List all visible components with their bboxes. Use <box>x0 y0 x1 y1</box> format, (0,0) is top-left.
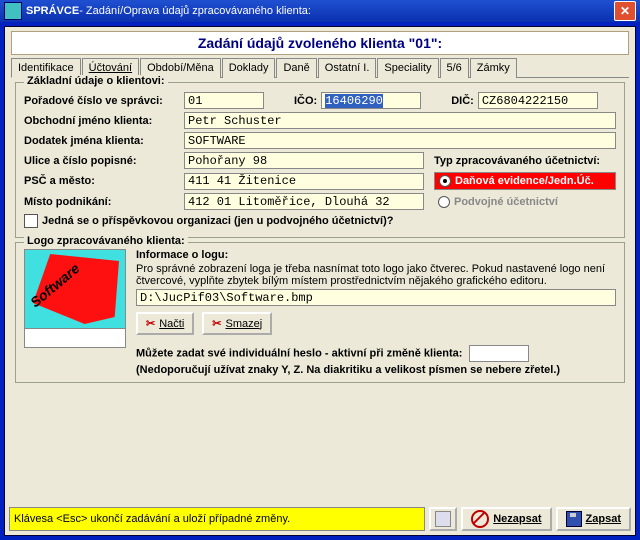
label-typ: Typ zpracovávaného účetnictví: <box>434 155 600 167</box>
input-psc[interactable] <box>184 173 424 190</box>
tab-dane[interactable]: Daně <box>276 58 316 78</box>
status-text: Klávesa <Esc> ukončí zadávání a uloží př… <box>9 507 425 531</box>
fieldset-logo-legend: Logo zpracovávaného klienta: <box>24 235 188 247</box>
tab-ostatni[interactable]: Ostatní I. <box>318 58 377 78</box>
password-note: (Nedoporučují užívat znaky Y, Z. Na diak… <box>136 364 616 376</box>
label-obchjm: Obchodní jméno klienta: <box>24 115 184 127</box>
radio-dot-icon <box>438 196 450 208</box>
fieldset-basic-legend: Základní údaje o klientovi: <box>24 75 168 87</box>
radio-danova[interactable]: Daňová evidence/Jedn.Úč. <box>434 172 616 190</box>
logo-info-title: Informace o logu: <box>136 249 616 261</box>
input-dodatek[interactable] <box>184 132 616 149</box>
label-password: Můžete zadat své individuální heslo - ak… <box>136 348 462 360</box>
label-dic: DIČ: <box>451 95 474 107</box>
input-poradove[interactable] <box>184 92 264 109</box>
close-button[interactable]: ✕ <box>614 1 636 21</box>
tab-doklady[interactable]: Doklady <box>222 58 276 78</box>
label-ico: IČO: <box>294 95 317 107</box>
window-icon <box>435 511 451 527</box>
label-poradove: Pořadové číslo ve správci: <box>24 95 184 107</box>
cancel-icon <box>471 510 489 528</box>
input-ico[interactable]: 16406290 <box>321 92 421 109</box>
scissors-icon: ✂ <box>212 317 221 330</box>
app-window: SPRÁVCE - Zadání/Oprava údajů zpracováva… <box>0 0 640 540</box>
input-obchjm[interactable] <box>184 112 616 129</box>
label-ulice: Ulice a číslo popisné: <box>24 155 184 167</box>
status-bar: Klávesa <Esc> ukončí zadávání a uloží př… <box>9 507 631 531</box>
tab-zamky[interactable]: Zámky <box>470 58 517 78</box>
logo-preview: Software <box>24 249 126 329</box>
input-password[interactable] <box>469 345 529 362</box>
tab-speciality[interactable]: Speciality <box>377 58 438 78</box>
fieldset-basic: Základní údaje o klientovi: Pořadové čís… <box>15 82 625 238</box>
checkbox-prispevek[interactable] <box>24 214 38 228</box>
client-area: Zadání údajů zvoleného klienta "01": Ide… <box>4 26 636 536</box>
input-logo-path[interactable] <box>136 289 616 306</box>
page-header: Zadání údajů zvoleného klienta "01": <box>11 31 629 55</box>
scissors-icon: ✂ <box>146 317 155 330</box>
button-smazej[interactable]: ✂Smazej <box>202 312 272 335</box>
tab-56[interactable]: 5/6 <box>440 58 469 78</box>
input-misto[interactable] <box>184 193 424 210</box>
input-ulice[interactable] <box>184 152 424 169</box>
label-dodatek: Dodatek jména klienta: <box>24 135 184 147</box>
label-misto: Místo podnikání: <box>24 196 184 208</box>
button-nacti[interactable]: ✂Načti <box>136 312 194 335</box>
button-small[interactable] <box>429 507 457 531</box>
fieldset-logo: Logo zpracovávaného klienta: Software In… <box>15 242 625 383</box>
radio-dot-icon <box>439 175 451 187</box>
button-zapsat[interactable]: Zapsat <box>556 507 631 531</box>
logo-info-text: Pro správné zobrazení loga je třeba nasn… <box>136 263 616 287</box>
title-prefix: SPRÁVCE <box>26 5 79 17</box>
save-icon <box>566 511 582 527</box>
label-prispevek: Jedná se o příspěvkovou organizaci (jen … <box>42 215 393 227</box>
app-icon <box>4 2 22 20</box>
titlebar: SPRÁVCE - Zadání/Oprava údajů zpracováva… <box>0 0 640 22</box>
label-psc: PSČ a město: <box>24 175 184 187</box>
button-nezapsat[interactable]: Nezapsat <box>461 507 551 531</box>
logo-preview-wrap: Software <box>24 249 126 376</box>
input-dic[interactable] <box>478 92 598 109</box>
title-rest: - Zadání/Oprava údajů zpracovávaného kli… <box>79 5 311 17</box>
radio-podvojne: Podvojné účetnictví <box>434 194 616 210</box>
